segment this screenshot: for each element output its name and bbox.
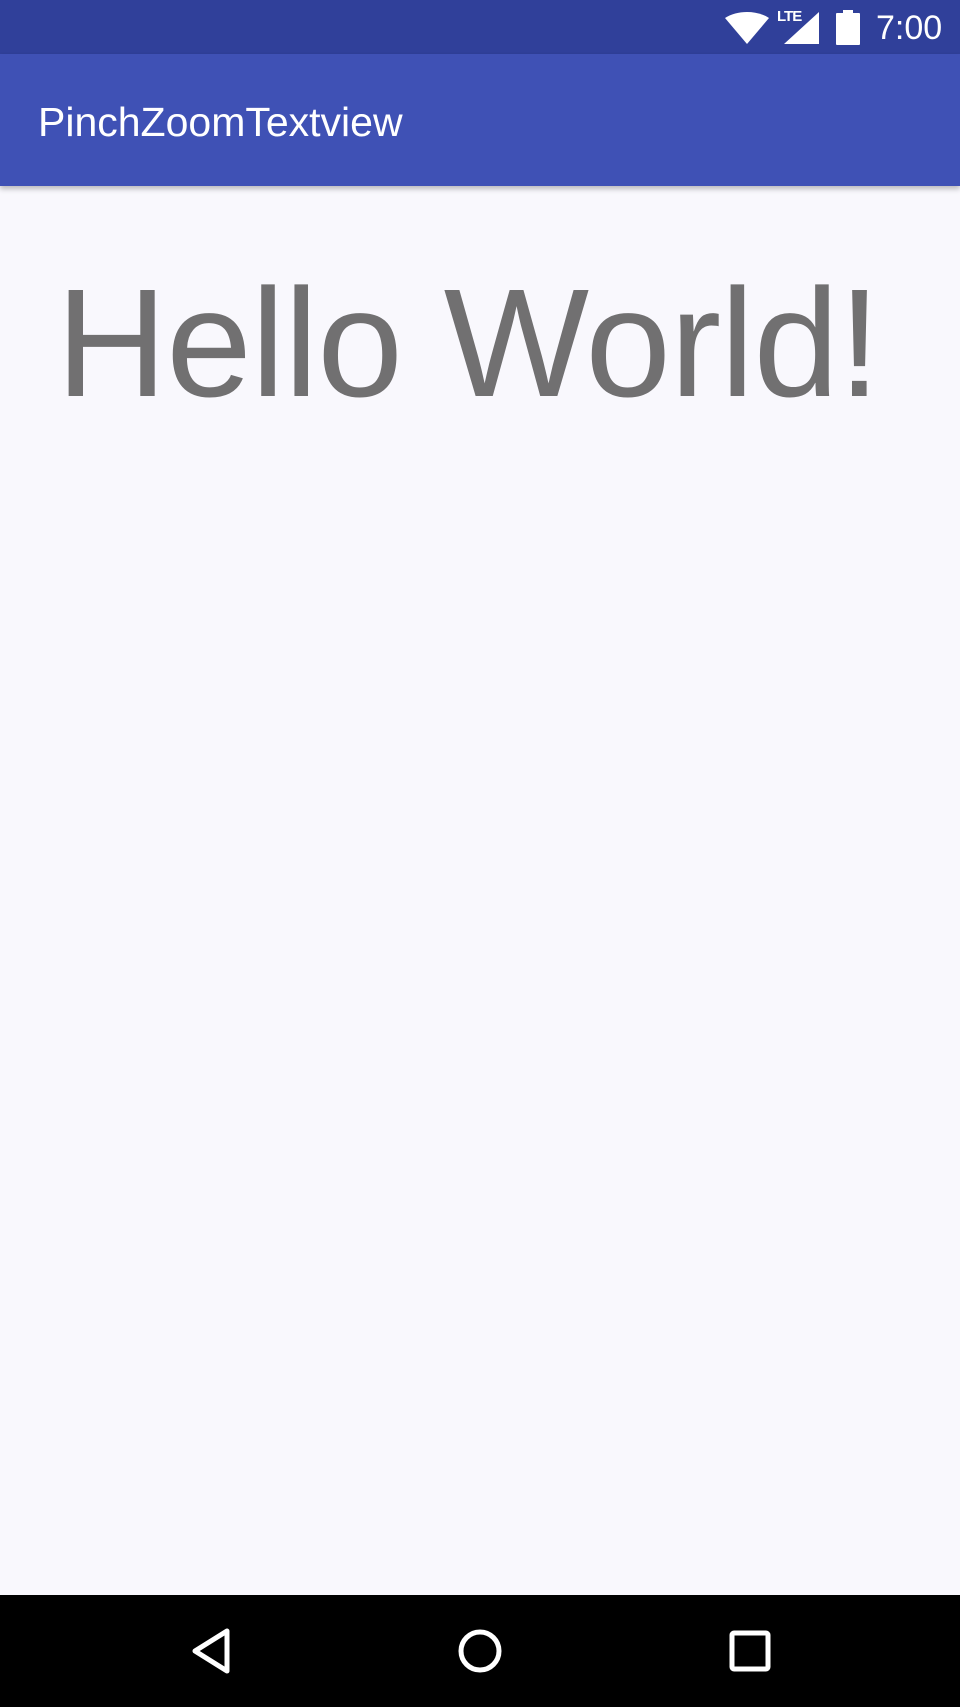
status-clock: 7:00 — [876, 9, 943, 47]
home-button[interactable] — [448, 1619, 512, 1683]
status-bar: LTE 7:00 — [0, 0, 960, 54]
back-button[interactable] — [179, 1619, 243, 1683]
navigation-bar — [0, 1595, 960, 1707]
content-area[interactable]: Hello World! — [0, 186, 960, 1595]
pinch-zoom-textview[interactable]: Hello World! — [56, 266, 881, 420]
wifi-icon — [725, 12, 769, 44]
recents-icon — [729, 1630, 771, 1672]
cell-signal-icon — [784, 12, 819, 44]
app-screen: LTE 7:00 PinchZoomTextview Hello World! — [0, 0, 960, 1707]
app-bar: PinchZoomTextview — [0, 54, 960, 186]
battery-icon — [836, 10, 860, 45]
recents-button[interactable] — [718, 1619, 782, 1683]
back-icon — [192, 1628, 230, 1674]
home-icon — [458, 1629, 502, 1673]
app-title: PinchZoomTextview — [38, 99, 403, 145]
